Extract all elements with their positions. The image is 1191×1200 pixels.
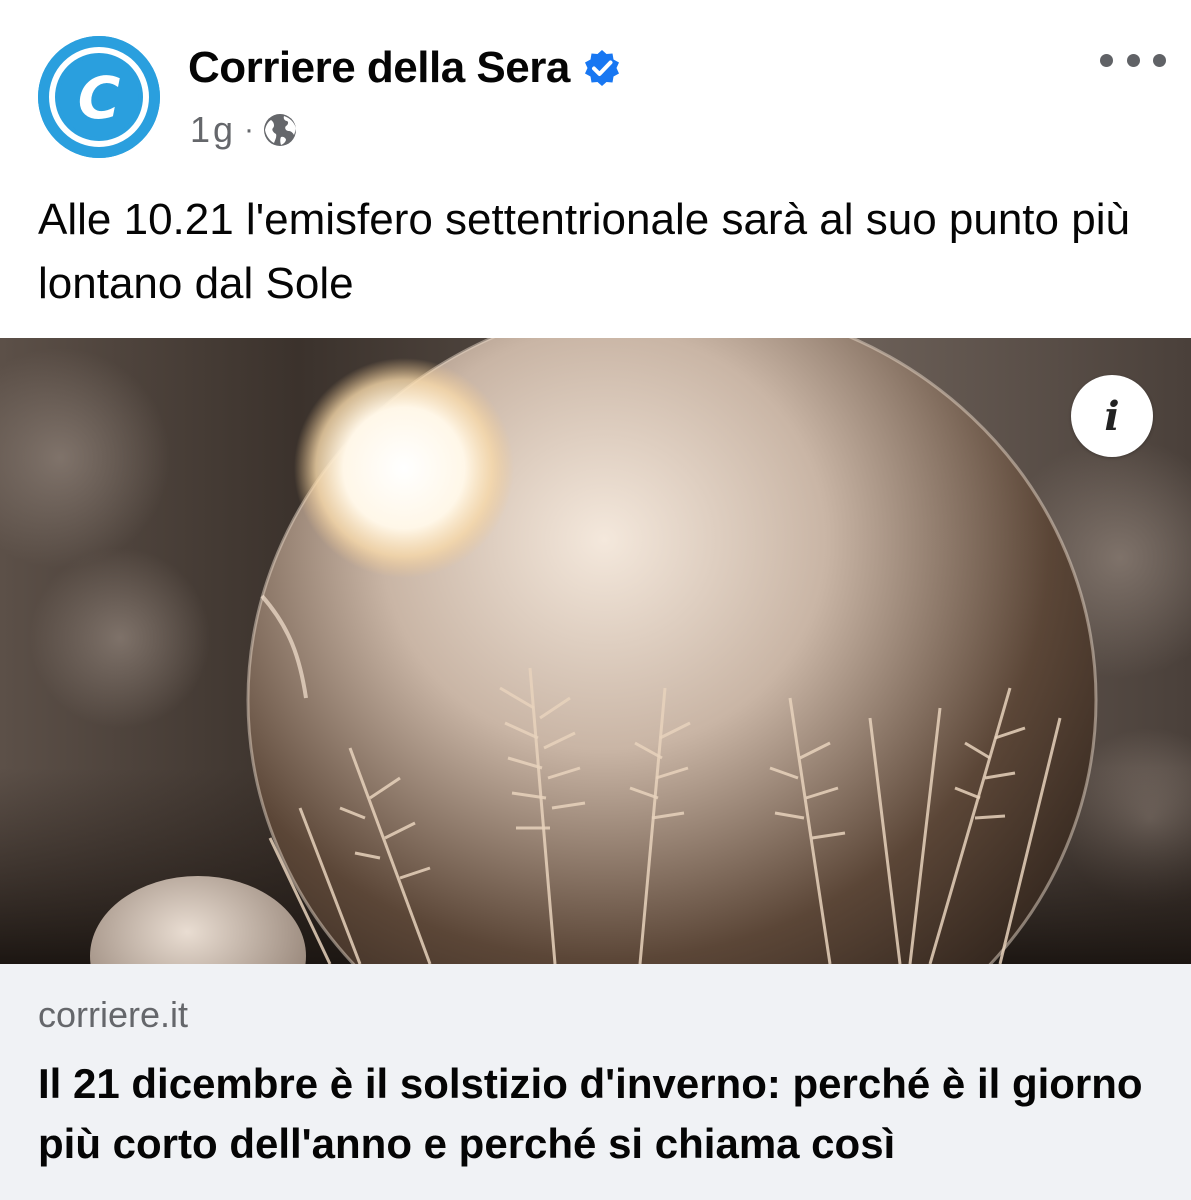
- page-avatar[interactable]: C: [38, 36, 160, 158]
- more-dot: [1100, 53, 1113, 67]
- more-dot: [1126, 53, 1140, 67]
- page-name: Corriere della Sera: [188, 43, 570, 92]
- info-button[interactable]: i: [1071, 375, 1153, 457]
- info-icon: i: [1104, 392, 1120, 440]
- post-timestamp[interactable]: 1g: [190, 109, 236, 151]
- corriere-logo-icon: C: [38, 36, 160, 158]
- sun-reflection: [294, 358, 514, 578]
- link-preview-image[interactable]: [0, 338, 1191, 964]
- facebook-post: C Corriere della Sera 1g · Alle 10.21 l'…: [0, 0, 1191, 1200]
- bokeh-light: [30, 548, 210, 728]
- verified-badge-icon: [584, 50, 619, 86]
- avatar-letter: C: [78, 64, 121, 132]
- globe-icon[interactable]: [262, 112, 298, 148]
- post-meta: 1g ·: [190, 108, 298, 152]
- post-caption: Alle 10.21 l'emisfero settentrionale sar…: [38, 195, 1130, 308]
- page-name-link[interactable]: Corriere della Sera: [188, 40, 622, 96]
- meta-separator: ·: [244, 113, 255, 146]
- link-headline[interactable]: Il 21 dicembre è il solstizio d'inverno:…: [38, 1054, 1158, 1174]
- frozen-bubble-photo: [0, 338, 1191, 964]
- more-dot: [1153, 53, 1166, 67]
- link-domain: corriere.it: [38, 994, 189, 1035]
- more-options-icon[interactable]: [1096, 40, 1170, 80]
